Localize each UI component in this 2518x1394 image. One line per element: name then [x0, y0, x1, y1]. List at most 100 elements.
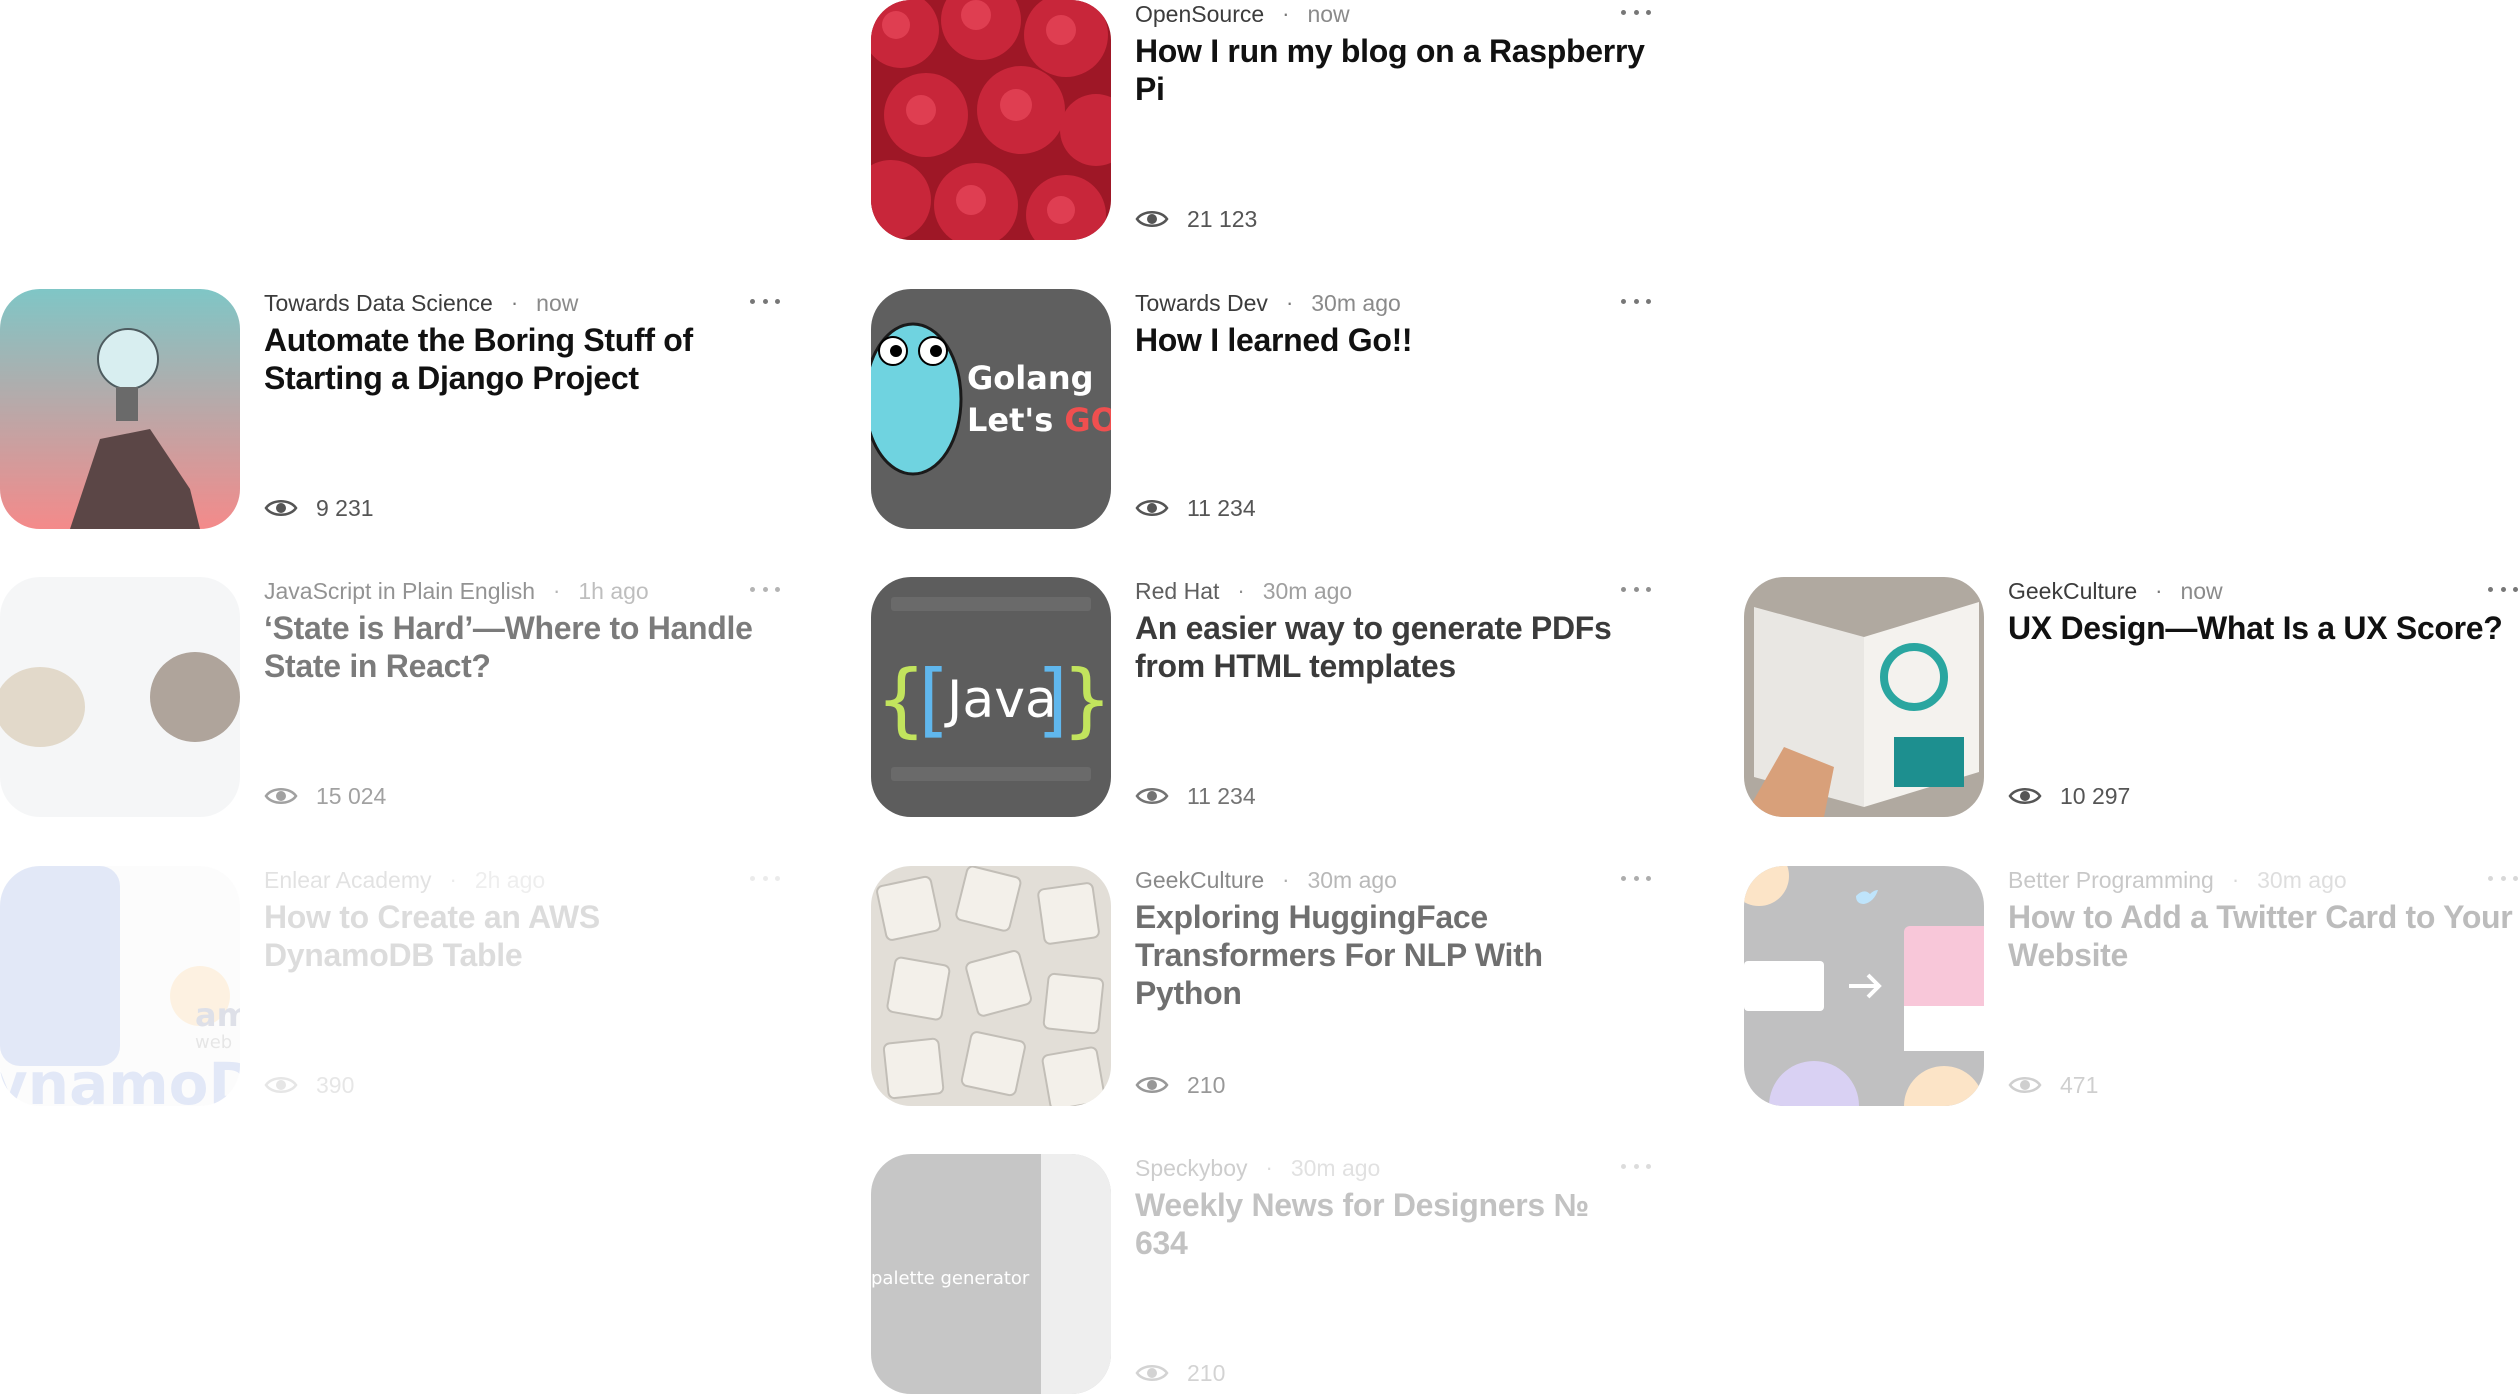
- post-time: now: [536, 289, 579, 316]
- article-card[interactable]: am web ynamoD Enlear Academy · 2h ago Ho…: [0, 866, 780, 1106]
- post-time: 30m ago: [2257, 866, 2347, 893]
- view-count-value: 210: [1187, 1359, 1226, 1386]
- go-label: GO: [1064, 401, 1111, 439]
- separator-dot: ·: [1282, 867, 1290, 892]
- article-card[interactable]: palette generator Speckyboy · 30m ago We…: [871, 1154, 1651, 1394]
- article-title[interactable]: Weekly News for Designers № 634: [1135, 1186, 1649, 1262]
- article-title[interactable]: An easier way to generate PDFs from HTML…: [1135, 609, 1649, 685]
- letter-tiles-image[interactable]: [871, 866, 1111, 1106]
- palette-generator-label: palette generator: [871, 1268, 1030, 1289]
- publication-name[interactable]: OpenSource: [1135, 1, 1264, 28]
- more-options-icon[interactable]: [1621, 291, 1651, 311]
- publication-name[interactable]: Enlear Academy: [264, 867, 431, 894]
- beans-image[interactable]: [0, 577, 240, 817]
- palette-image[interactable]: palette generator: [871, 1154, 1111, 1394]
- separator-dot: ·: [2155, 578, 2163, 603]
- post-time: 30m ago: [1311, 289, 1401, 316]
- view-count: 11 234: [1135, 493, 1256, 523]
- article-title[interactable]: How I run my blog on a Raspberry Pi: [1135, 32, 1649, 108]
- separator-dot: ·: [1285, 290, 1294, 315]
- svg-text:}: }: [1063, 653, 1111, 746]
- separator-dot: ·: [1282, 1, 1290, 26]
- publication-name[interactable]: Better Programming: [2008, 867, 2214, 894]
- more-options-icon[interactable]: [750, 291, 780, 311]
- view-count: 9 231: [264, 493, 374, 523]
- view-count: 21 123: [1135, 204, 1257, 234]
- publication-name[interactable]: GeekCulture: [2008, 578, 2137, 605]
- article-title[interactable]: How to Add a Twitter Card to Your Websit…: [2008, 898, 2518, 974]
- more-options-icon[interactable]: [750, 579, 780, 599]
- dynamodb-label: ynamoD: [0, 1050, 240, 1106]
- eye-icon: [2008, 788, 2042, 804]
- java-image[interactable]: { [ Java ] }: [871, 577, 1111, 817]
- article-title[interactable]: How to Create an AWS DynamoDB Table: [264, 898, 778, 974]
- publication-name[interactable]: JavaScript in Plain English: [264, 578, 535, 605]
- post-time: 30m ago: [1307, 866, 1397, 893]
- eye-icon: [1135, 500, 1169, 516]
- view-count: 390: [264, 1070, 354, 1100]
- separator-dot: ·: [1237, 578, 1245, 603]
- more-options-icon[interactable]: [1621, 868, 1651, 888]
- twitter-card-image[interactable]: [1744, 866, 1984, 1106]
- eye-icon: [264, 500, 298, 516]
- post-time: now: [2180, 577, 2223, 604]
- raspberry-pi-image[interactable]: [871, 0, 1111, 240]
- dynamodb-image[interactable]: am web ynamoD: [0, 866, 240, 1106]
- view-count: 210: [1135, 1070, 1225, 1100]
- more-options-icon[interactable]: [750, 868, 780, 888]
- publication-name[interactable]: GeekCulture: [1135, 867, 1264, 894]
- view-count-value: 10 297: [2060, 782, 2131, 809]
- article-title[interactable]: How I learned Go!!: [1135, 321, 1649, 359]
- publication-name[interactable]: Red Hat: [1135, 578, 1219, 605]
- article-card[interactable]: OpenSource · now How I run my blog on a …: [871, 0, 1651, 240]
- more-options-icon[interactable]: [2488, 579, 2518, 599]
- article-card[interactable]: JavaScript in Plain English · 1h ago ‘St…: [0, 577, 780, 817]
- eye-icon: [1135, 788, 1169, 804]
- article-title[interactable]: ‘State is Hard’—Where to Handle State in…: [264, 609, 778, 685]
- golang-label: Golang: [967, 359, 1094, 397]
- eye-icon: [264, 1077, 298, 1093]
- article-card[interactable]: Towards Data Science · now Automate the …: [0, 289, 780, 529]
- more-options-icon[interactable]: [1621, 579, 1651, 599]
- article-title[interactable]: UX Design—What Is a UX Score?: [2008, 609, 2518, 647]
- aws-label: am: [195, 996, 240, 1034]
- more-options-icon[interactable]: [1621, 2, 1651, 22]
- separator-dot: ·: [2231, 867, 2240, 892]
- more-options-icon[interactable]: [2488, 868, 2518, 888]
- article-card[interactable]: Better Programming · 30m ago How to Add …: [1744, 866, 2518, 1106]
- view-count: 471: [2008, 1070, 2098, 1100]
- golang-image[interactable]: Golang Let's GO!: [871, 289, 1111, 529]
- publication-name[interactable]: Towards Data Science: [264, 290, 493, 317]
- article-card[interactable]: GeekCulture · 30m ago Exploring HuggingF…: [871, 866, 1651, 1106]
- view-count-value: 471: [2060, 1071, 2099, 1098]
- view-count: 210: [1135, 1358, 1225, 1388]
- view-count-value: 21 123: [1187, 205, 1258, 232]
- article-card[interactable]: Golang Let's GO! Towards Dev · 30m ago H…: [871, 289, 1651, 529]
- publication-name[interactable]: Speckyboy: [1135, 1155, 1248, 1182]
- more-options-icon[interactable]: [1621, 1156, 1651, 1176]
- article-title[interactable]: Automate the Boring Stuff of Starting a …: [264, 321, 778, 397]
- eye-icon: [1135, 1077, 1169, 1093]
- view-count-value: 11 234: [1187, 494, 1256, 521]
- post-time: now: [1307, 0, 1350, 27]
- eye-icon: [1135, 1365, 1169, 1381]
- view-count: 10 297: [2008, 781, 2130, 811]
- post-time: 2h ago: [474, 866, 546, 893]
- view-count-value: 15 024: [316, 782, 387, 809]
- svg-text:Let's GO!: Let's GO!: [967, 401, 1111, 439]
- separator-dot: ·: [1265, 1155, 1273, 1180]
- ux-book-image[interactable]: [1744, 577, 1984, 817]
- view-count: 11 234: [1135, 781, 1256, 811]
- view-count-value: 210: [1187, 1071, 1226, 1098]
- post-time: 30m ago: [1262, 577, 1353, 604]
- view-count-value: 9 231: [316, 494, 374, 521]
- view-count-value: 390: [316, 1071, 355, 1098]
- article-card[interactable]: { [ Java ] } Red Hat · 30m ago An easier…: [871, 577, 1651, 817]
- lightbulb-image[interactable]: [0, 289, 240, 529]
- eye-icon: [1135, 211, 1169, 227]
- separator-dot: ·: [510, 290, 519, 315]
- publication-name[interactable]: Towards Dev: [1135, 290, 1268, 317]
- eye-icon: [2008, 1077, 2042, 1093]
- article-title[interactable]: Exploring HuggingFace Transformers For N…: [1135, 898, 1649, 1012]
- article-card[interactable]: GeekCulture · now UX Design—What Is a UX…: [1744, 577, 2518, 817]
